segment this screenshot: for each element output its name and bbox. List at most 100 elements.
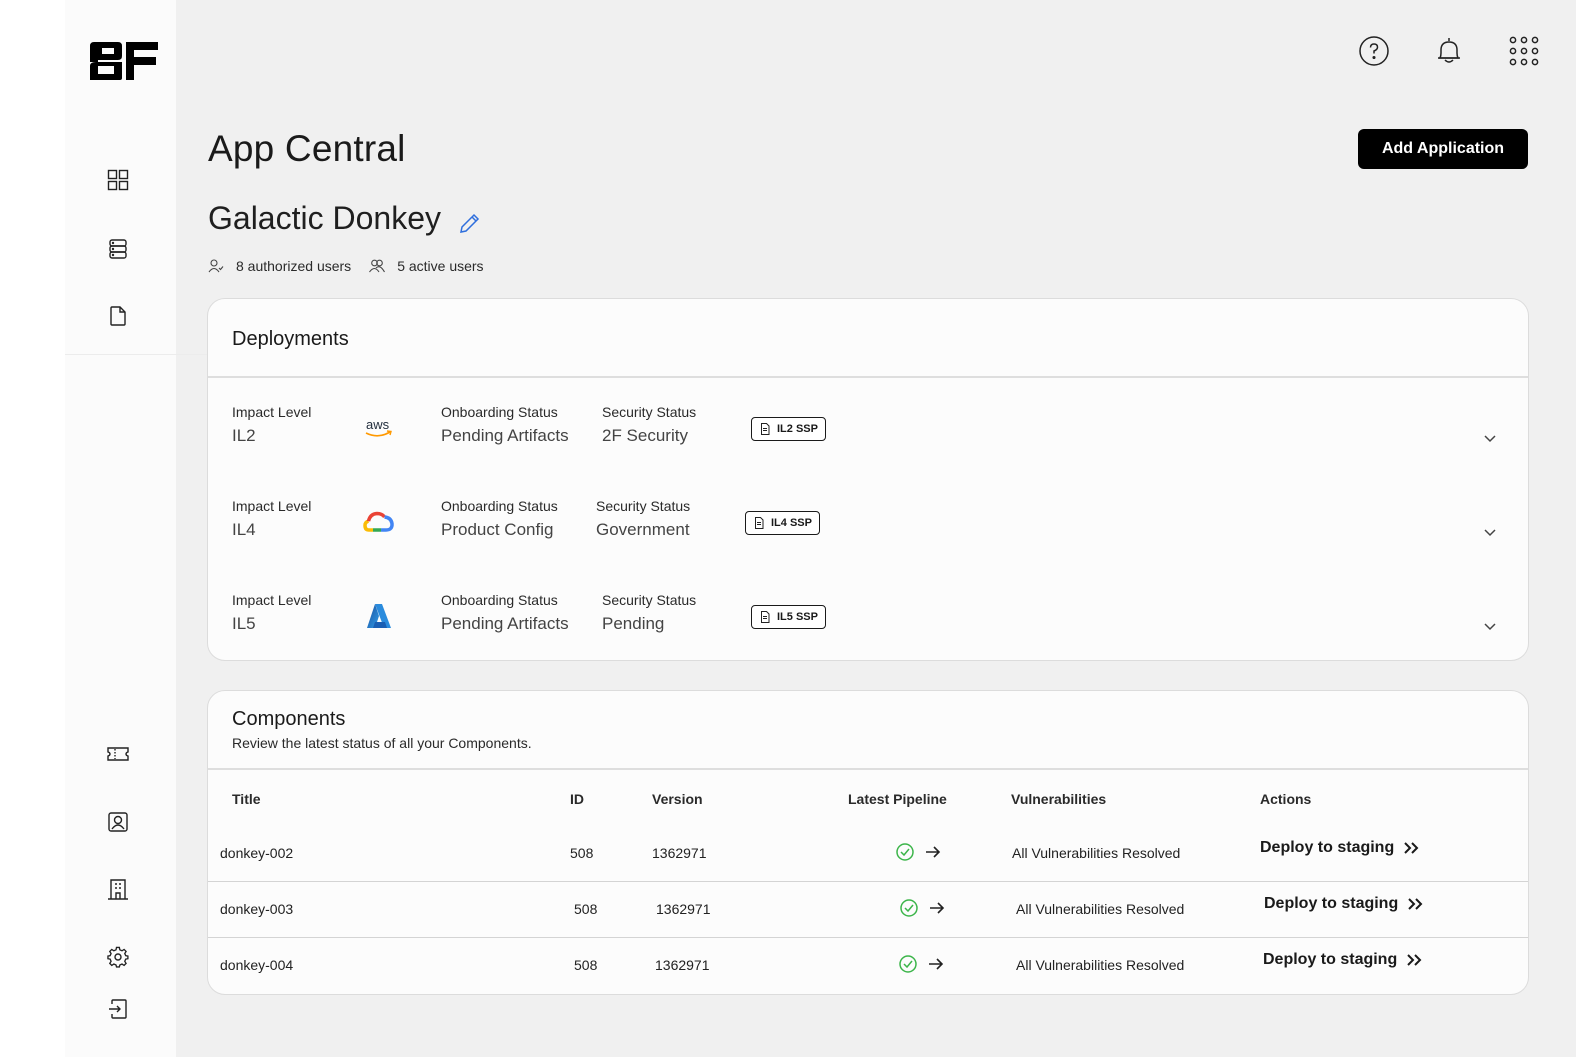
arrow-right-icon[interactable] <box>926 954 946 974</box>
deploy-to-staging-button[interactable]: Deploy to staging <box>1260 839 1422 857</box>
apps-menu-button[interactable] <box>1507 34 1541 68</box>
bell-icon <box>1438 38 1460 63</box>
document-icon <box>761 611 770 623</box>
aws-logo-icon: aws <box>363 414 395 442</box>
deploy-to-staging-button[interactable]: Deploy to staging <box>1264 895 1426 913</box>
deployment-row[interactable]: Impact Level IL5 Onboarding Status Pendi… <box>208 592 1528 652</box>
security-status-label: Security Status <box>602 404 697 420</box>
column-header-actions[interactable]: Actions <box>1260 791 1311 807</box>
sidebar-item-dashboard[interactable] <box>106 168 130 192</box>
security-status-value: 2F Security <box>602 426 688 445</box>
security-status-label: Security Status <box>596 498 691 514</box>
deployment-row[interactable]: Impact Level IL4 Onboarding Status Produ… <box>208 498 1528 558</box>
chevron-down-icon[interactable] <box>1482 526 1498 538</box>
deploy-to-staging-button[interactable]: Deploy to staging <box>1263 951 1425 969</box>
column-header-latest-pipeline[interactable]: Latest Pipeline <box>848 791 947 807</box>
component-title[interactable]: donkey-004 <box>220 957 293 973</box>
sidebar-item-settings[interactable] <box>106 945 130 969</box>
add-application-button[interactable]: Add Application <box>1358 129 1528 169</box>
components-card: Components Review the latest status of a… <box>207 690 1529 995</box>
sidebar-item-profile[interactable] <box>106 810 130 834</box>
building-icon <box>108 879 128 900</box>
check-circle-icon <box>900 899 918 917</box>
document-icon <box>761 423 770 435</box>
ssp-document-badge[interactable]: IL4 SSP <box>745 511 820 535</box>
onboarding-status-label: Onboarding Status <box>441 592 558 608</box>
column-header-title[interactable]: Title <box>232 791 261 807</box>
deploy-label: Deploy to staging <box>1263 951 1398 968</box>
components-subtitle: Review the latest status of all your Com… <box>232 735 532 751</box>
latest-pipeline[interactable] <box>895 842 951 862</box>
gear-icon <box>107 946 129 968</box>
brand-logo[interactable] <box>88 40 160 82</box>
column-header-version[interactable]: Version <box>652 791 703 807</box>
azure-logo-icon <box>363 602 395 630</box>
ticket-icon <box>107 747 129 761</box>
table-row[interactable]: donkey-002 508 1362971 All Vulnerabiliti… <box>208 825 1528 881</box>
column-header-vulnerabilities[interactable]: Vulnerabilities <box>1011 791 1106 807</box>
component-id: 508 <box>574 901 598 917</box>
latest-pipeline[interactable] <box>898 954 954 974</box>
ssp-document-badge[interactable]: IL2 SSP <box>751 417 826 441</box>
component-version: 1362971 <box>655 957 710 973</box>
notifications-button[interactable] <box>1432 34 1466 68</box>
svg-text:aws: aws <box>366 417 390 432</box>
onboarding-status-value: Pending Artifacts <box>441 614 569 633</box>
apps-grid-icon <box>1509 36 1539 66</box>
column-header-id[interactable]: ID <box>570 791 584 807</box>
grid-icon <box>107 169 129 191</box>
onboarding-status-label: Onboarding Status <box>441 498 558 514</box>
active-users-text: 5 active users <box>397 258 484 274</box>
sidebar-item-documents[interactable] <box>106 304 130 328</box>
ssp-badge-label: IL2 SSP <box>777 423 818 435</box>
logout-icon <box>109 999 127 1019</box>
table-row[interactable]: donkey-004 508 1362971 All Vulnerabiliti… <box>208 937 1528 993</box>
deployment-row[interactable]: Impact Level IL2 aws Onboarding Status P… <box>208 404 1528 464</box>
active-users-stat: 5 active users <box>369 258 484 274</box>
latest-pipeline[interactable] <box>899 898 955 918</box>
arrow-right-icon[interactable] <box>923 842 943 862</box>
chevron-down-icon[interactable] <box>1482 432 1498 444</box>
security-status-value: Pending <box>602 614 665 633</box>
chevrons-right-icon <box>1404 842 1419 854</box>
sidebar-item-servers[interactable] <box>106 237 130 261</box>
help-button[interactable] <box>1357 34 1391 68</box>
ssp-document-badge[interactable]: IL5 SSP <box>751 605 826 629</box>
arrow-right-icon[interactable] <box>927 898 947 918</box>
user-badge-icon <box>108 812 128 832</box>
sidebar-item-logout[interactable] <box>106 997 130 1021</box>
table-row[interactable]: donkey-003 508 1362971 All Vulnerabiliti… <box>208 881 1528 937</box>
document-icon <box>755 517 764 529</box>
chevron-down-icon[interactable] <box>1482 620 1498 632</box>
left-gutter <box>0 0 65 1057</box>
impact-level-label: Impact Level <box>232 404 312 420</box>
sidebar-item-organization[interactable] <box>106 877 130 901</box>
sidebar-item-tickets[interactable] <box>106 742 130 766</box>
vulnerabilities-status: All Vulnerabilities Resolved <box>1016 957 1185 973</box>
component-id: 508 <box>570 845 594 861</box>
server-stack-icon <box>109 239 127 259</box>
security-status-value: Government <box>596 520 690 539</box>
components-divider <box>208 768 1528 770</box>
vulnerabilities-status: All Vulnerabilities Resolved <box>1012 845 1181 861</box>
component-version: 1362971 <box>656 901 711 917</box>
pencil-icon <box>460 213 480 233</box>
users-icon <box>369 259 386 273</box>
onboarding-status-value: Product Config <box>441 520 554 539</box>
component-title[interactable]: donkey-002 <box>220 845 293 861</box>
component-title[interactable]: donkey-003 <box>220 901 293 917</box>
edit-name-button[interactable] <box>458 211 482 235</box>
user-check-icon <box>208 259 224 273</box>
file-icon <box>110 306 126 326</box>
authorized-users-stat: 8 authorized users <box>208 258 351 274</box>
impact-level-value: IL4 <box>232 520 256 539</box>
impact-level-value: IL5 <box>232 614 256 633</box>
onboarding-status-label: Onboarding Status <box>441 404 558 420</box>
authorized-users-text: 8 authorized users <box>236 258 352 274</box>
check-circle-icon <box>899 955 917 973</box>
onboarding-status-value: Pending Artifacts <box>441 426 569 445</box>
ssp-badge-label: IL5 SSP <box>777 611 818 623</box>
impact-level-label: Impact Level <box>232 498 312 514</box>
check-circle-icon <box>896 843 914 861</box>
chevrons-right-icon <box>1408 898 1423 910</box>
